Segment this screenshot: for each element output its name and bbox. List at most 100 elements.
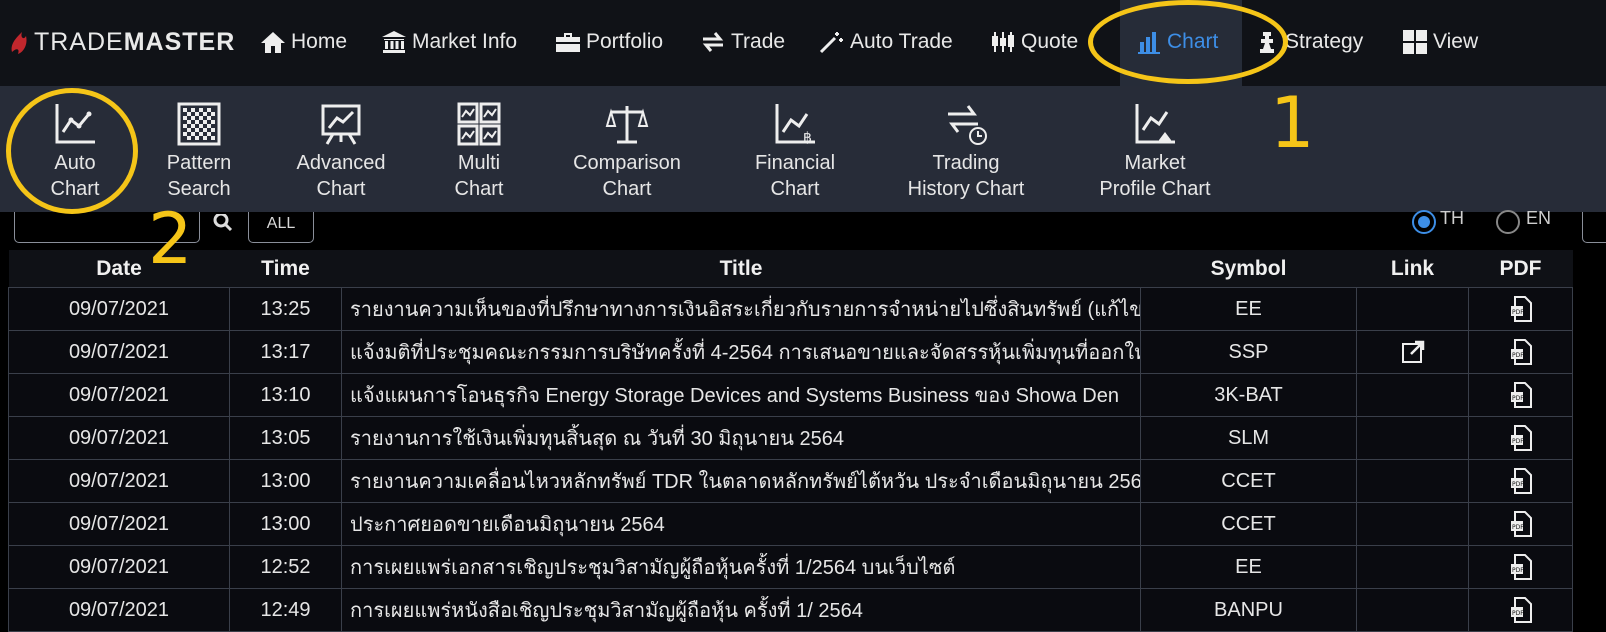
cell-link xyxy=(1356,287,1469,331)
cell-link xyxy=(1356,502,1469,546)
col-symbol-header[interactable]: Symbol xyxy=(1140,250,1357,288)
brand-suffix: MASTER xyxy=(123,27,236,56)
table-row[interactable]: 09/07/2021 13:17 แจ้งมติที่ประชุมคณะกรรมกา… xyxy=(8,330,1573,374)
lang-th-radio[interactable] xyxy=(1412,210,1436,234)
grid-icon xyxy=(1403,30,1427,54)
nav-market-info[interactable]: Market Info xyxy=(381,20,517,64)
cell-link xyxy=(1356,330,1469,374)
pdf-file-icon[interactable]: PDF xyxy=(1509,597,1533,623)
cell-title[interactable]: การเผยแพร่หนังสือเชิญประชุมวิสามัญผู้ถือ… xyxy=(341,588,1141,632)
annotation-ring-auto-chart xyxy=(6,88,138,214)
cell-time: 13:10 xyxy=(229,373,342,417)
table-row[interactable]: 09/07/2021 13:00 รายงานความเคลื่อนไหวหลักท… xyxy=(8,459,1573,503)
pdf-file-icon[interactable]: PDF xyxy=(1509,425,1533,451)
submenu-trading-history-line1: Trading xyxy=(932,152,1000,174)
external-link-icon[interactable] xyxy=(1401,340,1425,364)
submenu-trading-history-chart[interactable]: Trading History Chart xyxy=(900,102,1032,202)
pdf-file-icon[interactable]: PDF xyxy=(1509,339,1533,365)
submenu-financial-chart[interactable]: ฿ Financial Chart xyxy=(740,102,850,202)
submenu-market-profile-chart[interactable]: Market Profile Chart xyxy=(1092,102,1218,202)
cell-pdf: PDF xyxy=(1468,373,1573,417)
cell-title[interactable]: แจ้งมติที่ประชุมคณะกรรมการบริษัทครั้งที่… xyxy=(341,330,1141,374)
svg-text:PDF: PDF xyxy=(1512,309,1524,316)
nav-trade-label: Trade xyxy=(731,30,786,53)
app-logo[interactable]: TRADE MASTER xyxy=(8,22,235,62)
submenu-comparison-chart[interactable]: Comparison Chart xyxy=(564,102,690,202)
cell-symbol: SSP xyxy=(1140,330,1357,374)
cell-pdf: PDF xyxy=(1468,416,1573,460)
cell-symbol: SLM xyxy=(1140,416,1357,460)
table-row[interactable]: 09/07/2021 13:00 ประกาศยอดขายเดือนมิถุนายน… xyxy=(8,502,1573,546)
nav-portfolio[interactable]: Portfolio xyxy=(555,20,663,64)
pdf-file-icon[interactable]: PDF xyxy=(1509,554,1533,580)
cell-title[interactable]: รายงานความเห็นของที่ปรึกษาทางการเงินอิสร… xyxy=(341,287,1141,331)
col-time-header[interactable]: Time xyxy=(229,250,342,288)
cell-pdf: PDF xyxy=(1468,545,1573,589)
nav-view-label: View xyxy=(1433,30,1479,53)
lang-en-radio[interactable] xyxy=(1496,210,1520,234)
col-link-header[interactable]: Link xyxy=(1356,250,1469,288)
svg-text:PDF: PDF xyxy=(1512,524,1524,531)
lang-en-label: EN xyxy=(1526,208,1552,228)
table-row[interactable]: 09/07/2021 12:49 การเผยแพร่หนังสือเชิญประช… xyxy=(8,588,1573,632)
checkerboard-icon xyxy=(177,102,221,146)
cell-date: 09/07/2021 xyxy=(8,588,230,632)
cell-pdf: PDF xyxy=(1468,502,1573,546)
cell-title[interactable]: รายงานความเคลื่อนไหวหลักทรัพย์ TDR ในตลา… xyxy=(341,459,1141,503)
cell-title[interactable]: ประกาศยอดขายเดือนมิถุนายน 2564 xyxy=(341,502,1141,546)
cell-pdf: PDF xyxy=(1468,459,1573,503)
scale-icon xyxy=(605,106,649,144)
cell-pdf: PDF xyxy=(1468,330,1573,374)
cell-time: 13:05 xyxy=(229,416,342,460)
magic-wand-icon xyxy=(819,32,843,54)
cell-title[interactable]: รายงานการใช้เงินเพิ่มทุนสิ้นสุด ณ วันที่… xyxy=(341,416,1141,460)
table-row[interactable]: 09/07/2021 12:52 การเผยแพร่เอกสารเชิญประชุ… xyxy=(8,545,1573,589)
submenu-market-profile-line2: Profile Chart xyxy=(1099,178,1211,200)
submenu-multi-chart[interactable]: Multi Chart xyxy=(440,102,518,202)
cell-time: 13:25 xyxy=(229,287,342,331)
submenu-multi-chart-line2: Chart xyxy=(454,178,504,200)
cell-title[interactable]: แจ้งแผนการโอนธุรกิจ Energy Storage Devic… xyxy=(341,373,1141,417)
svg-text:PDF: PDF xyxy=(1512,395,1524,402)
svg-text:PDF: PDF xyxy=(1512,567,1524,574)
table-row[interactable]: 09/07/2021 13:05 รายงานการใช้เงินเพิ่มทุนส… xyxy=(8,416,1573,460)
trade-history-icon xyxy=(948,105,987,145)
cell-symbol: EE xyxy=(1140,545,1357,589)
pdf-file-icon[interactable]: PDF xyxy=(1509,468,1533,494)
pdf-file-icon[interactable]: PDF xyxy=(1509,382,1533,408)
cell-date: 09/07/2021 xyxy=(8,287,230,331)
submenu-advanced-chart[interactable]: Advanced Chart xyxy=(290,102,392,202)
pdf-file-icon[interactable]: PDF xyxy=(1509,296,1533,322)
chart-submenu: Auto Chart Pattern Search Advanced Chart xyxy=(0,86,1606,215)
submenu-market-profile-line1: Market xyxy=(1124,152,1186,174)
submenu-trading-history-line2: History Chart xyxy=(907,178,1025,200)
cell-date: 09/07/2021 xyxy=(8,373,230,417)
submenu-comparison-chart-line1: Comparison xyxy=(573,152,681,174)
cell-time: 12:52 xyxy=(229,545,342,589)
submenu-pattern-search[interactable]: Pattern Search xyxy=(158,102,240,202)
nav-quote[interactable]: Quote xyxy=(990,20,1078,64)
table-row[interactable]: 09/07/2021 13:25 รายงานความเห็นของที่ปรึกษ… xyxy=(8,287,1573,331)
nav-auto-trade[interactable]: Auto Trade xyxy=(819,20,953,64)
search-icon[interactable] xyxy=(213,214,235,234)
col-pdf-header[interactable]: PDF xyxy=(1468,250,1573,288)
nav-view[interactable]: View xyxy=(1402,20,1478,64)
submenu-advanced-chart-line1: Advanced xyxy=(296,152,386,174)
col-title-header[interactable]: Title xyxy=(341,250,1141,288)
trade-icon xyxy=(702,32,724,52)
nav-trade[interactable]: Trade xyxy=(700,20,785,64)
cell-pdf: PDF xyxy=(1468,588,1573,632)
all-filter-button[interactable]: ALL xyxy=(248,212,314,243)
cell-time: 13:17 xyxy=(229,330,342,374)
svg-text:PDF: PDF xyxy=(1512,481,1524,488)
nav-market-info-label: Market Info xyxy=(412,30,518,53)
col-date-header[interactable]: Date xyxy=(8,250,230,288)
extra-button[interactable] xyxy=(1582,212,1606,243)
pdf-file-icon[interactable]: PDF xyxy=(1509,511,1533,537)
cell-title[interactable]: การเผยแพร่เอกสารเชิญประชุมวิสามัญผู้ถือห… xyxy=(341,545,1141,589)
submenu-financial-chart-line1: Financial xyxy=(754,152,836,174)
submenu-pattern-search-line1: Pattern xyxy=(166,152,232,174)
table-row[interactable]: 09/07/2021 13:10 แจ้งแผนการโอนธุรกิจ Energ… xyxy=(8,373,1573,417)
nav-home[interactable]: Home xyxy=(260,20,347,64)
cell-time: 13:00 xyxy=(229,502,342,546)
